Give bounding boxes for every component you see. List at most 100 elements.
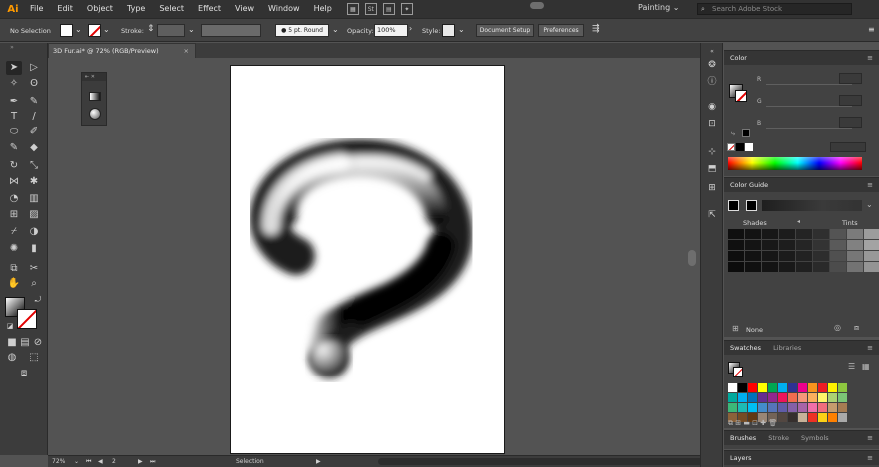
menu-window[interactable]: Window: [261, 0, 307, 18]
shade-swatch[interactable]: [779, 262, 795, 272]
align-options-icon[interactable]: ⇶: [592, 24, 600, 34]
base-color-swatch[interactable]: [728, 200, 739, 211]
edit-toolbar-icon[interactable]: ⧈: [16, 367, 32, 381]
swap-fill-stroke-icon[interactable]: ⤾: [30, 293, 46, 307]
shade-swatch[interactable]: [796, 240, 812, 250]
blend-tool-icon[interactable]: ◑: [26, 225, 42, 239]
hand-tool-icon[interactable]: ✋: [6, 277, 22, 291]
shade-swatch[interactable]: [728, 229, 744, 239]
color-panel-menu-icon[interactable]: ≡: [867, 51, 873, 65]
last-color-swatch[interactable]: [742, 129, 750, 137]
first-artboard-icon[interactable]: ⏮: [86, 458, 91, 466]
magic-wand-tool-icon[interactable]: ✧: [6, 77, 22, 91]
appearance-icon[interactable]: ❂: [705, 59, 719, 71]
color-swatch[interactable]: [798, 403, 807, 412]
color-swatch[interactable]: [728, 383, 737, 392]
shaper-tool-icon[interactable]: ✎: [6, 141, 22, 155]
r-value-field[interactable]: [839, 73, 862, 84]
current-tool-status[interactable]: Selection: [236, 458, 264, 465]
shade-swatch[interactable]: [830, 229, 846, 239]
edit-colors-icon[interactable]: ◎: [834, 323, 841, 332]
symbols-icon[interactable]: ⊹: [705, 146, 719, 158]
layers-menu-icon[interactable]: ≡: [867, 451, 873, 465]
color-swatch[interactable]: [748, 403, 757, 412]
artboard-tool-icon[interactable]: ⧉: [6, 262, 22, 276]
fill-swatch[interactable]: [60, 24, 73, 37]
selection-tool-icon[interactable]: ➤: [6, 61, 22, 75]
shade-variations-grid[interactable]: [728, 229, 879, 272]
color-swatch[interactable]: [838, 413, 847, 422]
style-dropdown-icon[interactable]: ⌄: [458, 25, 465, 34]
brush-definition[interactable]: ● 5 pt. Round: [275, 24, 329, 37]
export-icon[interactable]: ⇱: [705, 209, 719, 221]
opacity-expand-icon[interactable]: ›: [409, 24, 412, 33]
stroke-swatch[interactable]: [88, 24, 101, 37]
stroke-stepper-icon[interactable]: ⇕: [147, 24, 155, 34]
shape-builder-tool-icon[interactable]: ◔: [6, 192, 22, 206]
screen-mode-icon[interactable]: ⬚: [26, 351, 42, 365]
fill-dropdown-icon[interactable]: ⌄: [75, 25, 82, 34]
shade-swatch[interactable]: [745, 240, 761, 250]
eraser-tool-icon[interactable]: ◆: [26, 141, 42, 155]
grid-icon[interactable]: ▦: [346, 3, 359, 15]
shade-swatch[interactable]: [830, 262, 846, 272]
pen-tool-icon[interactable]: ✒: [6, 95, 22, 109]
color-swatch[interactable]: [808, 403, 817, 412]
variable-width-profile[interactable]: [201, 24, 261, 37]
menu-view[interactable]: View: [228, 0, 261, 18]
color-swatch[interactable]: [818, 393, 827, 402]
color-swatch[interactable]: [838, 393, 847, 402]
shade-swatch[interactable]: [847, 229, 863, 239]
transform-icon[interactable]: ⬒: [705, 163, 719, 175]
line-tool-icon[interactable]: /: [26, 110, 42, 124]
color-swatch[interactable]: [838, 403, 847, 412]
color-swatch[interactable]: [818, 383, 827, 392]
none-color-swatch[interactable]: [727, 143, 735, 151]
menu-effect[interactable]: Effect: [191, 0, 228, 18]
shade-swatch[interactable]: [864, 262, 879, 272]
zoom-level[interactable]: 72%: [52, 458, 65, 465]
color-swatch[interactable]: [748, 393, 757, 402]
prev-artboard-icon[interactable]: ◀: [98, 458, 103, 465]
swatch-grid[interactable]: [728, 383, 847, 422]
color-swatch[interactable]: [828, 413, 837, 422]
color-swatch[interactable]: [788, 403, 797, 412]
shade-swatch[interactable]: [762, 251, 778, 261]
close-tab-icon[interactable]: ×: [184, 44, 189, 58]
shade-swatch[interactable]: [864, 251, 879, 261]
shade-swatch[interactable]: [779, 240, 795, 250]
shade-swatch[interactable]: [728, 251, 744, 261]
color-swatch[interactable]: [788, 413, 797, 422]
tools-collapse-icon[interactable]: »: [4, 45, 20, 51]
document-setup-button[interactable]: Document Setup: [476, 24, 534, 37]
rotate-tool-icon[interactable]: ↻: [6, 159, 22, 173]
black-color-swatch[interactable]: [736, 143, 744, 151]
color-swatch[interactable]: [798, 413, 807, 422]
default-fill-stroke-icon[interactable]: ◪: [2, 319, 18, 333]
color-swatch[interactable]: [828, 383, 837, 392]
brush-dropdown-icon[interactable]: ⌄: [332, 25, 339, 34]
menu-object[interactable]: Object: [80, 0, 120, 18]
color-swatch[interactable]: [808, 413, 817, 422]
workspace-switcher[interactable]: Painting ⌄: [638, 3, 679, 12]
layers-tab[interactable]: Layers: [730, 454, 752, 462]
shade-swatch[interactable]: [847, 240, 863, 250]
color-swatch[interactable]: [778, 413, 787, 422]
color-swatch[interactable]: [808, 393, 817, 402]
color-swatch[interactable]: [828, 403, 837, 412]
paintbrush-tool-icon[interactable]: ✐: [26, 125, 42, 139]
shade-swatch[interactable]: [813, 229, 829, 239]
opacity-field[interactable]: 100%: [374, 24, 408, 37]
color-swatch[interactable]: [828, 393, 837, 402]
shade-swatch[interactable]: [762, 229, 778, 239]
shade-swatch[interactable]: [813, 240, 829, 250]
graphic-style-swatch[interactable]: [442, 24, 455, 37]
shade-swatch[interactable]: [779, 229, 795, 239]
color-swatch[interactable]: [748, 383, 757, 392]
stroke-color-swatch[interactable]: [17, 309, 37, 329]
puppet-warp-tool-icon[interactable]: ✱: [26, 175, 42, 189]
color-swatch[interactable]: [778, 403, 787, 412]
perspective-grid-tool-icon[interactable]: ▥: [26, 192, 42, 206]
symbol-sprayer-tool-icon[interactable]: ✺: [6, 242, 22, 256]
swatch-library-icon[interactable]: ⧉ ⊞ ▬ ⊡ ✚ 🗑: [728, 419, 777, 428]
